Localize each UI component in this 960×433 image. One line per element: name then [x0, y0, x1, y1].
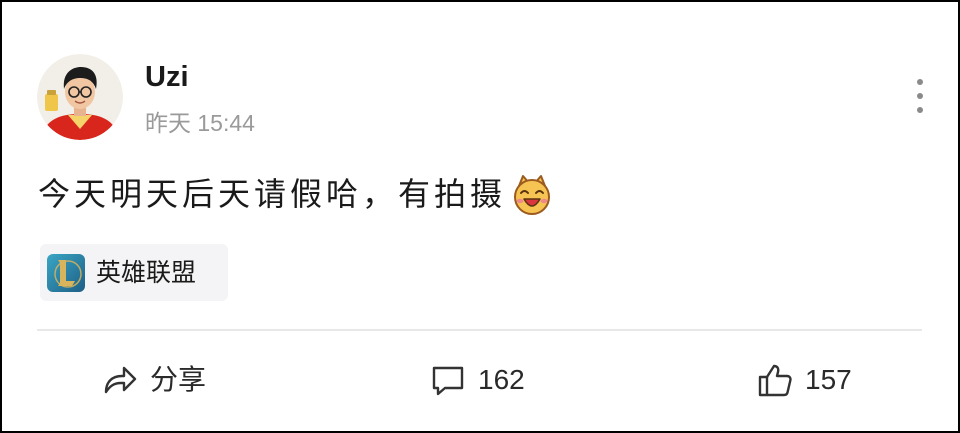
divider: [37, 329, 922, 331]
topic-tag-label: 英雄联盟: [96, 258, 197, 287]
share-button[interactable]: 分享: [102, 357, 206, 403]
author-name[interactable]: Uzi: [145, 59, 189, 95]
comment-button[interactable]: 162: [430, 357, 525, 403]
league-of-legends-icon: [46, 253, 86, 293]
share-icon: [102, 363, 138, 397]
thumbs-up-icon: [757, 363, 793, 397]
share-label: 分享: [150, 364, 207, 395]
post-card: Uzi 昨天 15:44 今天明天后天请假哈，有拍摄 英雄联盟 分享 162 1…: [0, 0, 960, 433]
laughing-emoji-icon: [510, 172, 554, 216]
post-text: 今天明天后天请假哈，有拍摄: [38, 176, 507, 212]
comment-icon: [430, 363, 466, 397]
more-vertical-icon: [916, 76, 924, 121]
post-timestamp: 昨天 15:44: [145, 110, 255, 136]
avatar[interactable]: [37, 54, 123, 140]
more-options-button[interactable]: [908, 76, 932, 120]
like-count: 157: [805, 364, 852, 395]
comment-count: 162: [478, 364, 525, 395]
topic-tag[interactable]: 英雄联盟: [40, 244, 228, 301]
like-button[interactable]: 157: [757, 357, 852, 403]
post-content: 今天明天后天请假哈，有拍摄: [38, 168, 554, 220]
